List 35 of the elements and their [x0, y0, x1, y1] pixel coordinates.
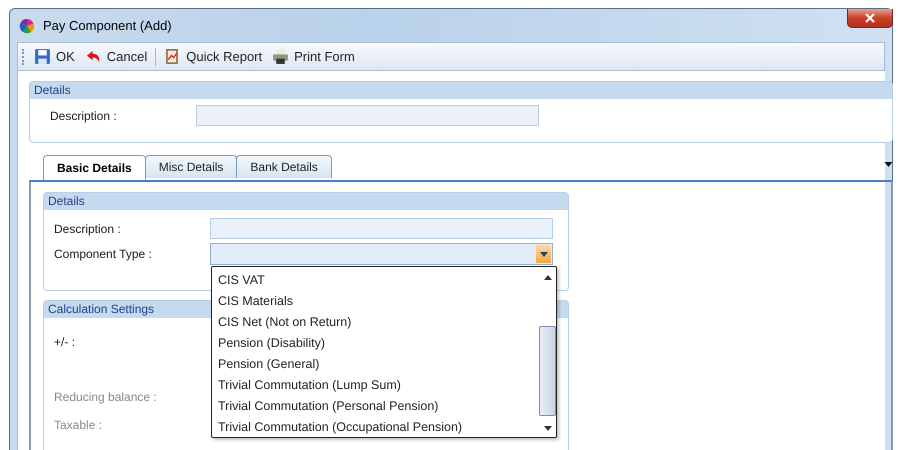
field-label: Description : [50, 108, 118, 122]
scroll-up-icon[interactable] [544, 275, 552, 280]
field-label: Reducing balance : [54, 390, 157, 404]
tab[interactable]: Bank Details [236, 155, 332, 178]
app-logo-icon [19, 18, 35, 34]
dropdown-option[interactable]: Trivial Commutation (Lump Sum) [212, 375, 539, 396]
scrollbar-thumb[interactable] [539, 326, 556, 416]
field-label: Taxable : [54, 418, 102, 432]
toolbar-button[interactable]: OK [32, 48, 77, 65]
dropdown-caret-icon[interactable] [884, 162, 893, 167]
field-label: Component Type : [54, 247, 153, 261]
dropdown-option[interactable]: Trivial Commutation (Occupational Pension) [212, 417, 539, 438]
tab[interactable]: Misc Details [144, 155, 238, 178]
field-label: +/- : [54, 335, 76, 349]
group-header: Details [44, 193, 568, 210]
caret-icon [540, 252, 548, 256]
toolbar-button[interactable]: Quick Report [162, 48, 264, 65]
back-arrow-icon [84, 49, 102, 64]
dropdown-option[interactable]: CIS VAT [212, 270, 539, 291]
window-title: Pay Component (Add) [43, 18, 172, 33]
printer-icon [272, 48, 290, 65]
dropdown-option[interactable]: Pension (General) [212, 354, 539, 375]
description-field[interactable] [210, 218, 553, 239]
tab[interactable]: Basic Details [43, 155, 146, 180]
scroll-down-icon[interactable] [544, 426, 552, 431]
toolbar-button[interactable]: Print Form [270, 48, 357, 65]
toolbar-button[interactable]: Cancel [82, 49, 150, 64]
group-header: Details [30, 82, 892, 99]
dropdown-option[interactable]: Pension (Disability) [212, 333, 539, 354]
dropdown-button[interactable] [536, 245, 551, 263]
field-label: Description : [54, 222, 122, 236]
description-field[interactable] [196, 105, 539, 126]
close-button[interactable] [847, 9, 893, 28]
close-icon [865, 13, 875, 23]
dropdown-option[interactable]: Trivial Commutation (Personal Pension) [212, 396, 539, 417]
